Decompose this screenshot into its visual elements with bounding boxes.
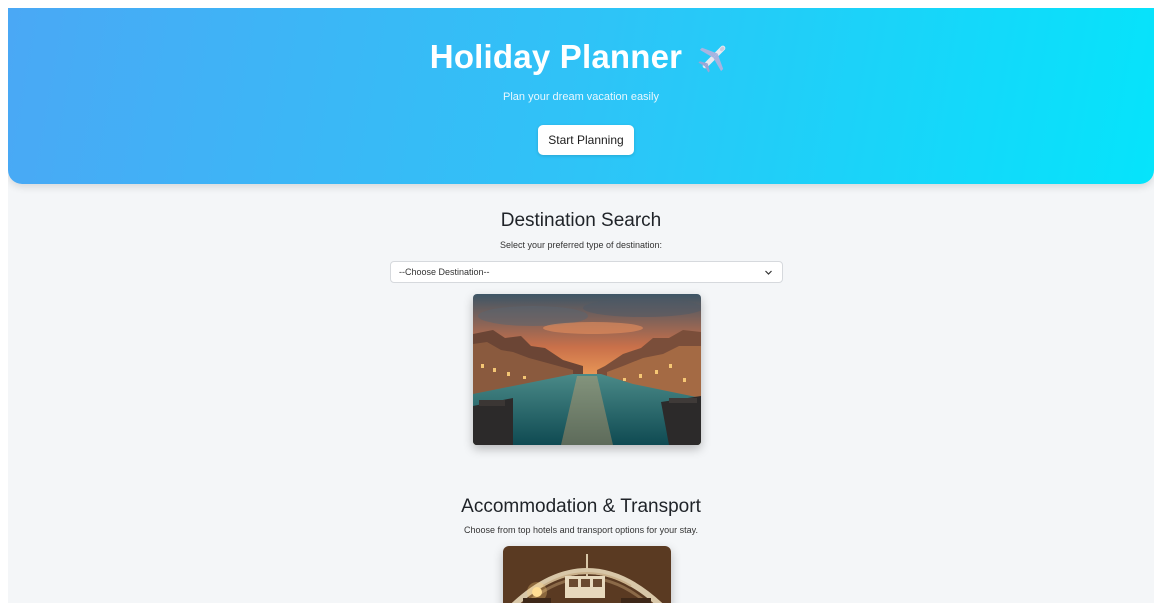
destination-image xyxy=(473,294,701,445)
page: p Holiday Planner Plan your dream vacati… xyxy=(8,8,1154,603)
accommodation-section-description: Choose from top hotels and transport opt… xyxy=(464,525,698,535)
accommodation-image xyxy=(503,546,671,603)
hero-subtitle: Plan your dream vacation easily xyxy=(503,91,659,103)
destination-select-value: --Choose Destination-- xyxy=(399,267,490,277)
destination-section-description: Select your preferred type of destinatio… xyxy=(499,240,663,250)
accommodation-section-title: Accommodation & Transport xyxy=(461,496,701,517)
airplane-icon xyxy=(696,39,732,75)
chevron-down-icon xyxy=(764,268,773,277)
destination-section-title: Destination Search xyxy=(500,210,662,231)
hero-title-row: Holiday Planner xyxy=(8,38,1154,76)
start-planning-button[interactable]: Start Planning xyxy=(538,125,634,155)
hero-banner: Holiday Planner Plan your dream vacation… xyxy=(8,8,1154,184)
destination-select[interactable]: --Choose Destination-- xyxy=(390,261,783,283)
page-title: Holiday Planner xyxy=(429,38,683,75)
